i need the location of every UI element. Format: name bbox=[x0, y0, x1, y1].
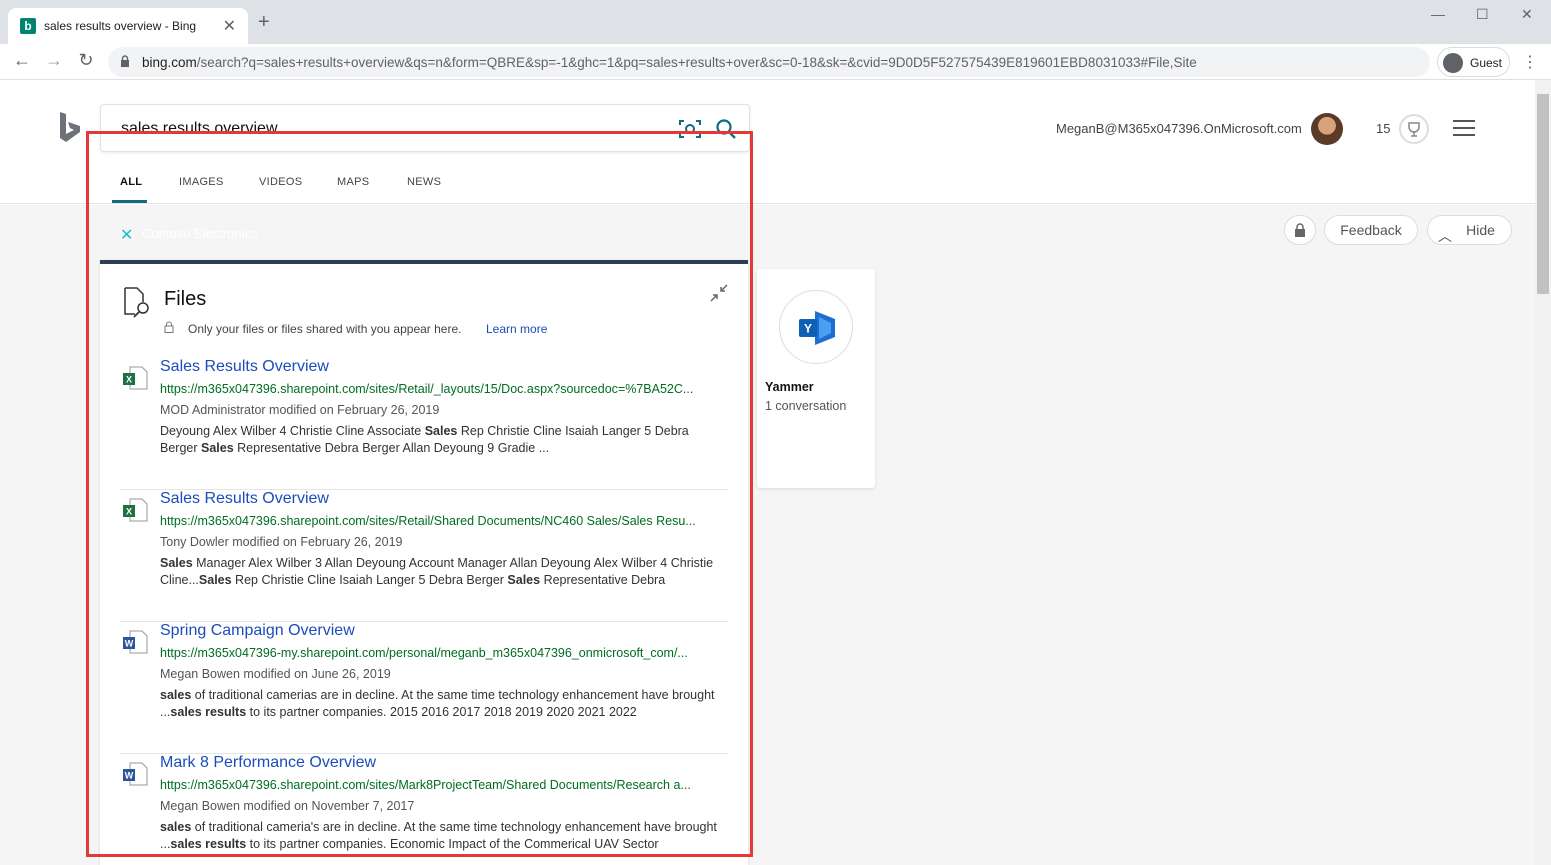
contoso-logo-icon: ✕ bbox=[120, 227, 134, 244]
avatar[interactable] bbox=[1311, 113, 1343, 145]
browser-toolbar: ← → ↻ bing.com/search?q=sales+results+ov… bbox=[0, 44, 1551, 80]
files-card: Files Only your files or files shared wi… bbox=[100, 260, 748, 865]
hamburger-menu-icon[interactable] bbox=[1453, 120, 1475, 136]
files-title: Files bbox=[164, 288, 207, 310]
result-snippet: sales of traditional cameria's are in de… bbox=[160, 820, 717, 851]
result-title-link[interactable]: Sales Results Overview bbox=[160, 490, 329, 508]
bing-logo-icon[interactable] bbox=[58, 112, 82, 144]
reload-icon[interactable]: ↻ bbox=[74, 50, 98, 71]
file-result: W Spring Campaign Overview https://m365x… bbox=[120, 622, 728, 754]
new-tab-icon[interactable]: + bbox=[258, 12, 270, 32]
word-file-icon: W bbox=[123, 630, 148, 654]
file-result: W Mark 8 Performance Overview https://m3… bbox=[120, 754, 728, 865]
close-tab-icon[interactable]: ✕ bbox=[223, 16, 236, 36]
bing-favicon-icon: b bbox=[20, 18, 36, 34]
result-url: https://m365x047396.sharepoint.com/sites… bbox=[160, 778, 691, 792]
active-tab-underline bbox=[112, 200, 147, 203]
excel-file-icon: X bbox=[123, 366, 148, 390]
browser-tab[interactable]: b sales results overview - Bing ✕ bbox=[8, 8, 248, 44]
chevron-up-icon: ︿ bbox=[1438, 228, 1452, 244]
word-file-icon: W bbox=[123, 762, 148, 786]
excel-file-icon: X bbox=[123, 498, 148, 522]
svg-text:X: X bbox=[126, 507, 132, 517]
yammer-card[interactable]: Y Yammer 1 conversation bbox=[757, 269, 875, 488]
file-result: X Sales Results Overview https://m365x04… bbox=[120, 490, 728, 622]
profile-label: Guest bbox=[1470, 56, 1503, 70]
profile-button[interactable]: Guest bbox=[1437, 47, 1510, 77]
search-icon[interactable] bbox=[715, 118, 737, 140]
result-meta: MOD Administrator modified on February 2… bbox=[160, 403, 440, 417]
forward-icon[interactable]: → bbox=[42, 50, 66, 71]
maximize-icon[interactable]: ☐ bbox=[1476, 6, 1489, 23]
lock-icon bbox=[121, 55, 129, 67]
svg-text:W: W bbox=[125, 639, 134, 649]
bing-page: sales results overview MeganB@M365x04739… bbox=[0, 80, 1535, 865]
page-scrollbar[interactable] bbox=[1535, 80, 1551, 865]
tab-videos[interactable]: VIDEOS bbox=[259, 176, 302, 188]
result-url: https://m365x047396.sharepoint.com/sites… bbox=[160, 514, 696, 528]
result-title-link[interactable]: Spring Campaign Overview bbox=[160, 622, 355, 640]
svg-text:Y: Y bbox=[804, 322, 812, 336]
minimize-icon[interactable]: — bbox=[1431, 6, 1445, 22]
result-url: https://m365x047396.sharepoint.com/sites… bbox=[160, 382, 694, 396]
account-email[interactable]: MeganB@M365x047396.OnMicrosoft.com bbox=[1056, 121, 1302, 136]
browser-tabstrip: b sales results overview - Bing ✕ + — ☐ … bbox=[0, 0, 1551, 44]
svg-text:X: X bbox=[126, 375, 132, 385]
org-name: Contoso Electronics bbox=[142, 226, 258, 241]
privacy-lock-button[interactable] bbox=[1284, 215, 1316, 245]
file-search-icon bbox=[124, 287, 149, 318]
svg-text:W: W bbox=[125, 771, 134, 781]
yammer-logo-circle: Y bbox=[779, 290, 853, 364]
hide-label: Hide bbox=[1466, 222, 1495, 238]
scope-tabs: ALL IMAGES VIDEOS MAPS NEWS bbox=[0, 168, 1535, 204]
result-snippet: Deyoung Alex Wilber 4 Christie Cline Ass… bbox=[160, 424, 689, 455]
close-window-icon[interactable]: ✕ bbox=[1521, 6, 1533, 23]
address-bar[interactable]: bing.com/search?q=sales+results+overview… bbox=[108, 47, 1430, 77]
yammer-subtitle: 1 conversation bbox=[765, 399, 847, 413]
search-box[interactable]: sales results overview bbox=[100, 104, 750, 152]
result-title-link[interactable]: Mark 8 Performance Overview bbox=[160, 754, 376, 772]
result-meta: Tony Dowler modified on February 26, 201… bbox=[160, 535, 403, 549]
learn-more-link[interactable]: Learn more bbox=[486, 322, 547, 336]
file-result: X Sales Results Overview https://m365x04… bbox=[120, 358, 728, 490]
tab-title: sales results overview - Bing bbox=[44, 19, 197, 33]
back-icon[interactable]: ← bbox=[10, 50, 34, 71]
tab-news[interactable]: NEWS bbox=[407, 176, 441, 188]
trophy-icon[interactable] bbox=[1399, 114, 1429, 144]
yammer-title: Yammer bbox=[765, 380, 814, 394]
result-url: https://m365x047396-my.sharepoint.com/pe… bbox=[160, 646, 688, 660]
tab-images[interactable]: IMAGES bbox=[179, 176, 224, 188]
result-snippet: sales of traditional camerias are in dec… bbox=[160, 688, 715, 719]
reward-points[interactable]: 15 bbox=[1376, 121, 1390, 136]
search-input[interactable]: sales results overview bbox=[121, 120, 278, 138]
tab-all[interactable]: ALL bbox=[120, 176, 142, 188]
yammer-icon: Y bbox=[799, 311, 835, 345]
collapse-icon[interactable] bbox=[710, 284, 728, 302]
privacy-text: Only your files or files shared with you… bbox=[188, 322, 462, 336]
lock-outline-icon bbox=[164, 321, 174, 333]
tab-maps[interactable]: MAPS bbox=[337, 176, 369, 188]
result-snippet: Sales Manager Alex Wilber 3 Allan Deyoun… bbox=[160, 556, 714, 587]
browser-menu-icon[interactable]: ⋮ bbox=[1522, 52, 1538, 72]
profile-icon bbox=[1443, 53, 1463, 73]
result-meta: Megan Bowen modified on November 7, 2017 bbox=[160, 799, 415, 813]
hide-button[interactable]: ︿ Hide bbox=[1427, 215, 1512, 245]
result-meta: Megan Bowen modified on June 26, 2019 bbox=[160, 667, 391, 681]
result-title-link[interactable]: Sales Results Overview bbox=[160, 358, 329, 376]
feedback-button[interactable]: Feedback bbox=[1324, 215, 1418, 245]
visual-search-icon[interactable] bbox=[679, 119, 701, 139]
url-text: bing.com/search?q=sales+results+overview… bbox=[142, 55, 1197, 70]
scrollbar-thumb[interactable] bbox=[1537, 94, 1549, 294]
